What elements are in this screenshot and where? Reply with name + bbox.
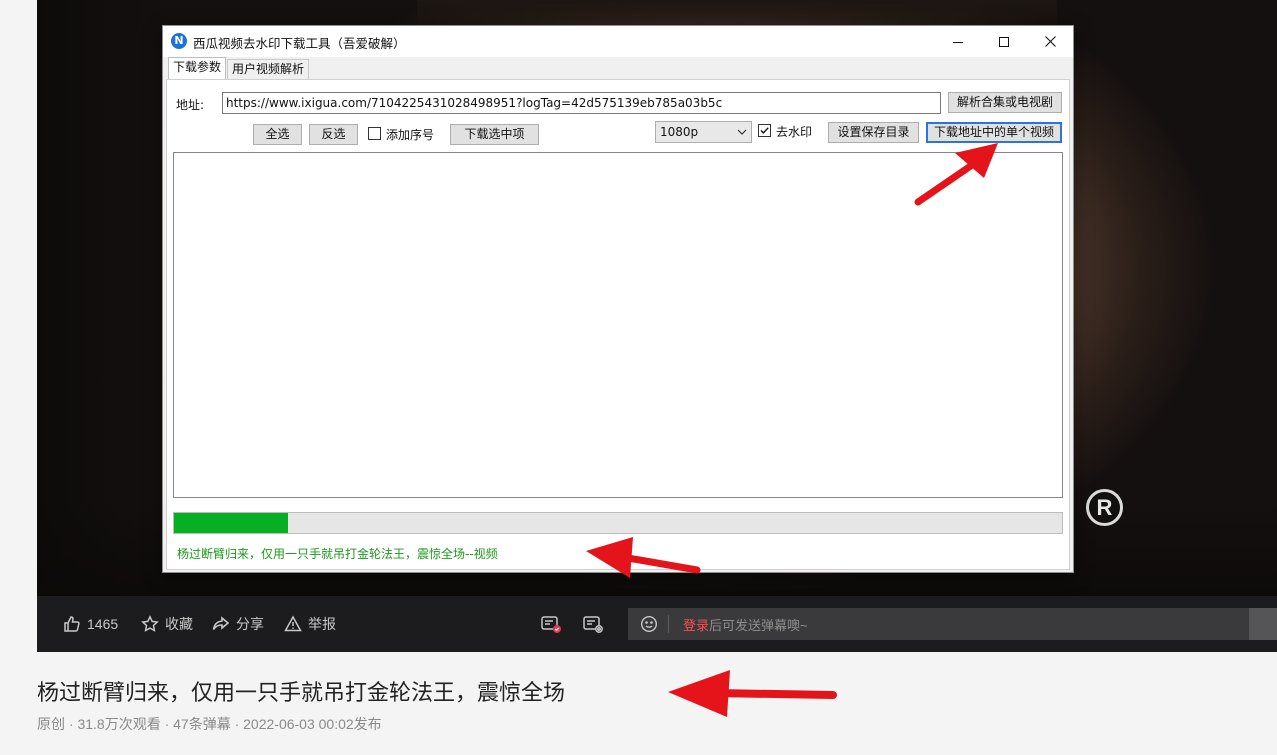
registered-watermark-icon: R xyxy=(1086,489,1123,526)
downloader-window: N 西瓜视频去水印下载工具（吾爱破解） 下载参数 用户视频解析 地址: http… xyxy=(162,25,1074,573)
video-title: 杨过断臂归来，仅用一只手就吊打金轮法王，震惊全场 xyxy=(37,680,566,705)
annotation-arrow-bottom xyxy=(668,670,837,717)
add-index-label: 添加序号 xyxy=(386,128,435,142)
tab-download-params[interactable]: 下载参数 xyxy=(168,57,227,80)
window-titlebar[interactable]: N 西瓜视频去水印下载工具（吾爱破解） xyxy=(163,26,1073,57)
like-button[interactable]: 1465 xyxy=(63,596,118,652)
progress-fill xyxy=(174,513,288,533)
video-meta: 原创 · 31.8万次观看 · 47条弹幕 · 2022-06-03 00:02… xyxy=(37,716,382,732)
danmu-settings-icon xyxy=(583,616,603,633)
danmu-input[interactable]: 登录 后可发送弹幕噢~ xyxy=(628,608,1277,640)
danmu-toggle-button[interactable] xyxy=(540,596,568,652)
parse-collection-button[interactable]: 解析合集或电视剧 xyxy=(948,92,1062,113)
login-link[interactable]: 登录 xyxy=(683,615,709,634)
share-arrow-icon xyxy=(212,616,230,630)
danmu-settings-button[interactable] xyxy=(582,596,610,652)
checkmark-icon xyxy=(760,127,769,134)
warning-triangle-icon xyxy=(284,615,302,632)
danmu-separator xyxy=(668,615,669,633)
remove-watermark-checkbox[interactable] xyxy=(758,124,771,137)
invert-select-button[interactable]: 反选 xyxy=(309,124,358,145)
close-icon xyxy=(1044,36,1056,47)
download-selected-button[interactable]: 下载选中项 xyxy=(450,124,539,145)
maximize-icon xyxy=(999,36,1009,47)
danmu-send-button[interactable] xyxy=(1249,608,1277,640)
favorite-button[interactable]: 收藏 xyxy=(141,596,193,652)
favorite-label: 收藏 xyxy=(165,616,193,632)
minimize-button[interactable] xyxy=(935,26,981,57)
emoji-icon[interactable] xyxy=(640,615,658,633)
tab-user-video-parse[interactable]: 用户视频解析 xyxy=(227,59,310,79)
danmu-on-icon xyxy=(541,616,561,633)
minimize-icon xyxy=(953,41,963,43)
report-button[interactable]: 举报 xyxy=(284,596,336,652)
star-icon xyxy=(141,615,159,632)
player-action-bar: 1465 收藏 分享 举报 登录 后可发送弹幕噢~ xyxy=(37,596,1277,652)
video-list[interactable] xyxy=(173,152,1063,498)
set-save-dir-button[interactable]: 设置保存目录 xyxy=(828,122,919,143)
download-progress-bar xyxy=(173,512,1063,534)
url-label: 地址: xyxy=(176,98,205,112)
like-count: 1465 xyxy=(87,616,119,632)
report-label: 举报 xyxy=(308,616,336,632)
window-title: 西瓜视频去水印下载工具（吾爱破解） xyxy=(193,36,406,51)
maximize-button[interactable] xyxy=(981,26,1027,57)
quality-select[interactable]: 1080p xyxy=(655,121,752,143)
url-input[interactable]: https://www.ixigua.com/71042254310284989… xyxy=(222,92,941,114)
quality-value: 1080p xyxy=(660,125,699,139)
share-label: 分享 xyxy=(236,616,264,632)
status-text: 杨过断臂归来，仅用一只手就吊打金轮法王，震惊全场--视频 xyxy=(177,547,498,561)
tab-panel: 地址: https://www.ixigua.com/7104225431028… xyxy=(166,79,1070,570)
close-button[interactable] xyxy=(1027,26,1073,57)
chevron-down-icon xyxy=(737,129,747,135)
remove-watermark-label: 去水印 xyxy=(776,125,813,139)
share-button[interactable]: 分享 xyxy=(212,596,264,652)
thumbs-up-icon xyxy=(64,616,80,632)
download-single-video-button[interactable]: 下载地址中的单个视频 xyxy=(926,122,1062,143)
danmu-placeholder: 后可发送弹幕噢~ xyxy=(709,617,808,633)
select-all-button[interactable]: 全选 xyxy=(253,124,302,145)
add-index-checkbox[interactable] xyxy=(368,127,381,140)
app-logo-icon: N xyxy=(171,33,187,49)
